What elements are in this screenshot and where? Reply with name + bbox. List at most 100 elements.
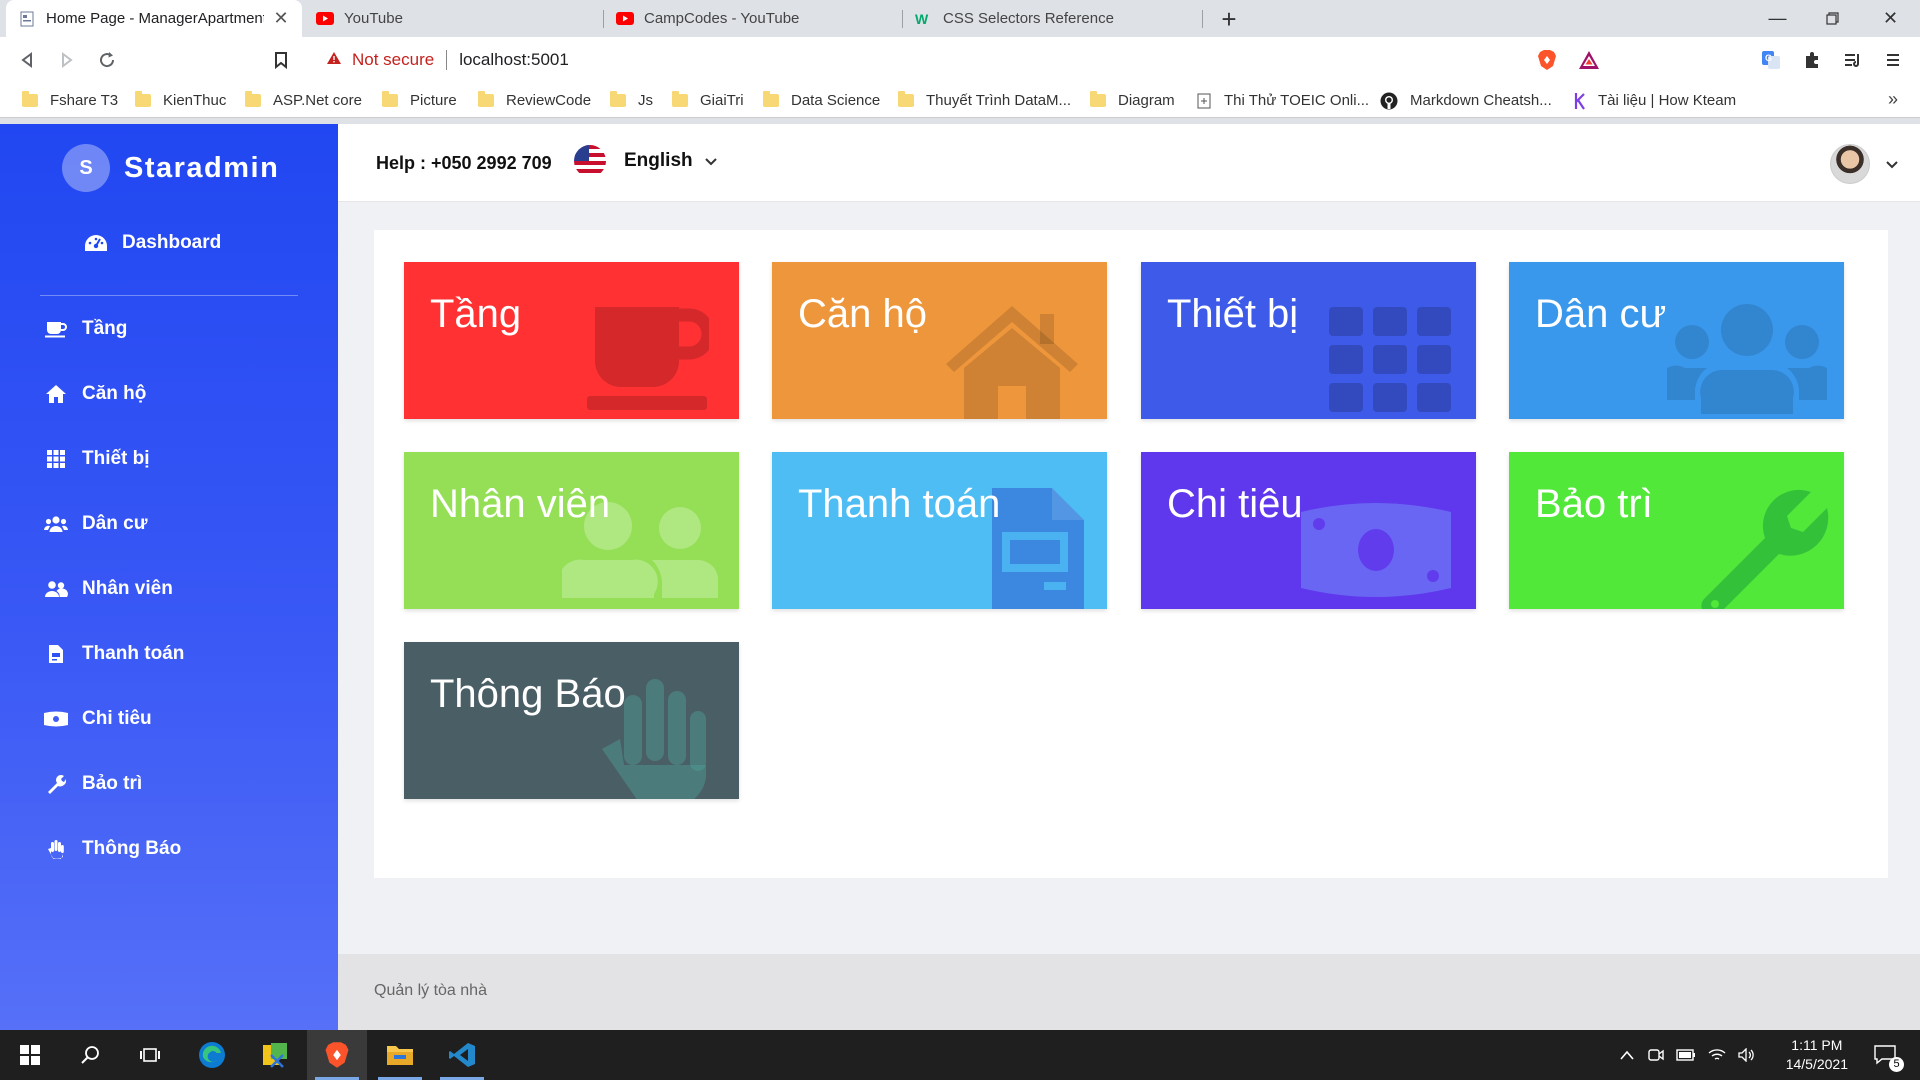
tile-thanh-toan[interactable]: Thanh toán — [772, 452, 1107, 609]
brave-shield-icon[interactable] — [1532, 45, 1562, 75]
folder-icon — [672, 91, 688, 107]
bookmark-item[interactable]: Thuyết Trình DataM... — [898, 83, 1071, 118]
folder-icon — [898, 91, 914, 107]
brand-logo[interactable]: S Staradmin — [62, 144, 279, 192]
bookmark-label: Tài liệu | How Kteam — [1598, 92, 1737, 109]
brand-badge: S — [62, 144, 110, 192]
bookmarks-bar: Fshare T3 KienThuc ASP.Net core Picture … — [0, 83, 1920, 118]
main-content: Tầng Căn hộ Thiết bị Dân cư Nhân viên Th… — [338, 202, 1920, 954]
bookmark-item[interactable]: Diagram — [1090, 83, 1175, 118]
task-view-icon — [140, 1048, 160, 1062]
warning-icon — [326, 51, 342, 70]
reload-icon[interactable] — [92, 45, 122, 75]
tab-css-selectors[interactable]: W CSS Selectors Reference — [903, 0, 1199, 37]
volume-icon[interactable] — [1738, 1048, 1756, 1062]
meet-now-icon[interactable] — [1648, 1048, 1664, 1062]
taskbar-brave[interactable] — [307, 1030, 367, 1080]
window-close-icon[interactable]: ✕ — [1863, 0, 1918, 37]
wifi-icon[interactable] — [1708, 1048, 1726, 1062]
sidebar-item-thong-bao[interactable]: Thông Báo — [42, 834, 181, 864]
bookmark-item[interactable]: Thi Thử TOEIC Onli... — [1196, 83, 1369, 118]
sidebar-item-bao-tri[interactable]: Bảo trì — [42, 769, 142, 799]
chevron-up-icon[interactable] — [1620, 1050, 1634, 1060]
extensions-icon[interactable] — [1797, 45, 1827, 75]
users-icon — [42, 516, 70, 532]
restore-icon[interactable] — [1805, 0, 1860, 37]
sidebar-item-nhan-vien[interactable]: Nhân viên — [42, 574, 173, 604]
top-navbar: Help : +050 2992 709 English — [338, 124, 1920, 202]
tile-label: Chi tiêu — [1167, 482, 1303, 526]
minimize-icon[interactable]: — — [1750, 0, 1805, 37]
back-icon[interactable] — [12, 45, 42, 75]
search-button[interactable] — [60, 1030, 120, 1080]
start-button[interactable] — [0, 1030, 60, 1080]
address-bar[interactable]: Not secure localhost:5001 — [310, 42, 1612, 78]
bookmark-page-icon[interactable] — [266, 45, 296, 75]
hand-icon — [42, 839, 70, 859]
tile-nhan-vien[interactable]: Nhân viên — [404, 452, 739, 609]
language-selector[interactable]: English — [574, 145, 717, 177]
tile-thiet-bi[interactable]: Thiết bị — [1141, 262, 1476, 419]
bookmark-label: KienThuc — [163, 92, 227, 109]
sidebar-item-tang[interactable]: Tầng — [42, 314, 127, 344]
sidebar-item-dashboard[interactable]: Dashboard — [84, 232, 221, 254]
bookmark-item[interactable]: Fshare T3 — [22, 83, 118, 118]
tile-dan-cu[interactable]: Dân cư — [1509, 262, 1844, 419]
new-tab-icon[interactable]: + — [1214, 4, 1244, 35]
folder-icon — [387, 1046, 413, 1065]
brave-rewards-icon[interactable] — [1574, 45, 1604, 75]
windows-taskbar: 1:11 PM 14/5/2021 5 — [0, 1030, 1920, 1080]
bookmark-label: ASP.Net core — [273, 92, 362, 109]
battery-icon[interactable] — [1676, 1049, 1696, 1061]
taskbar-clock[interactable]: 1:11 PM 14/5/2021 — [1786, 1036, 1848, 1074]
sidebar-item-chi-tieu[interactable]: Chi tiêu — [42, 704, 152, 734]
windows-icon — [20, 1045, 40, 1065]
taskbar-edge[interactable] — [182, 1030, 242, 1080]
chevron-down-icon[interactable] — [1886, 156, 1898, 174]
bookmark-item[interactable]: Markdown Cheatsh... — [1380, 83, 1552, 118]
tile-tang[interactable]: Tầng — [404, 262, 739, 419]
url-text[interactable]: localhost:5001 — [459, 50, 569, 70]
notification-center-button[interactable]: 5 — [1860, 1030, 1910, 1080]
bookmark-item[interactable]: GiaiTri — [672, 83, 744, 118]
translate-icon[interactable]: G — [1756, 45, 1786, 75]
avatar[interactable] — [1830, 144, 1870, 184]
bookmark-item[interactable]: KienThuc — [135, 83, 226, 118]
media-controls-icon[interactable] — [1838, 45, 1868, 75]
tile-thong-bao[interactable]: Thông Báo — [404, 642, 739, 799]
bookmark-item[interactable]: Picture — [382, 83, 457, 118]
bookmark-item[interactable]: ASP.Net core — [245, 83, 362, 118]
tile-bao-tri[interactable]: Bảo trì — [1509, 452, 1844, 609]
footer: Quản lý tòa nhà — [338, 954, 1920, 1030]
tab-title: YouTube — [344, 10, 403, 27]
wrench-icon — [1701, 489, 1829, 609]
invoice-icon — [992, 488, 1084, 609]
bookmark-item[interactable]: ReviewCode — [478, 83, 591, 118]
task-view-button[interactable] — [120, 1030, 180, 1080]
folder-icon — [22, 91, 38, 107]
bookmark-item[interactable]: Tài liệu | How Kteam — [1574, 83, 1736, 118]
taskbar-file-explorer[interactable] — [370, 1030, 430, 1080]
bookmark-label: Picture — [410, 92, 457, 109]
taskbar-vscode[interactable] — [432, 1030, 492, 1080]
sidebar-item-thiet-bi[interactable]: Thiết bị — [42, 444, 150, 474]
bookmark-item[interactable]: Data Science — [763, 83, 880, 118]
bookmark-item[interactable]: Js — [610, 83, 653, 118]
close-icon[interactable]: ✕ — [272, 8, 290, 29]
tab-campcodes[interactable]: CampCodes - YouTube — [604, 0, 900, 37]
forward-icon[interactable] — [52, 45, 82, 75]
security-label[interactable]: Not secure — [352, 50, 434, 70]
tile-chi-tieu[interactable]: Chi tiêu — [1141, 452, 1476, 609]
tile-can-ho[interactable]: Căn hộ — [772, 262, 1107, 419]
sidebar-item-can-ho[interactable]: Căn hộ — [42, 379, 146, 409]
taskbar-app[interactable] — [245, 1030, 305, 1080]
menu-icon[interactable] — [1878, 45, 1908, 75]
more-bookmarks-button[interactable]: » — [1888, 89, 1898, 110]
sidebar-item-dan-cu[interactable]: Dân cư — [42, 509, 148, 539]
bookmark-label: Fshare T3 — [50, 92, 119, 109]
tile-label: Bảo trì — [1535, 482, 1653, 526]
tab-home-page[interactable]: Home Page - ManagerApartment ✕ — [6, 0, 302, 37]
clock-date: 14/5/2021 — [1785, 1056, 1848, 1072]
sidebar-item-thanh-toan[interactable]: Thanh toán — [42, 639, 184, 669]
tab-youtube[interactable]: YouTube — [304, 0, 600, 37]
